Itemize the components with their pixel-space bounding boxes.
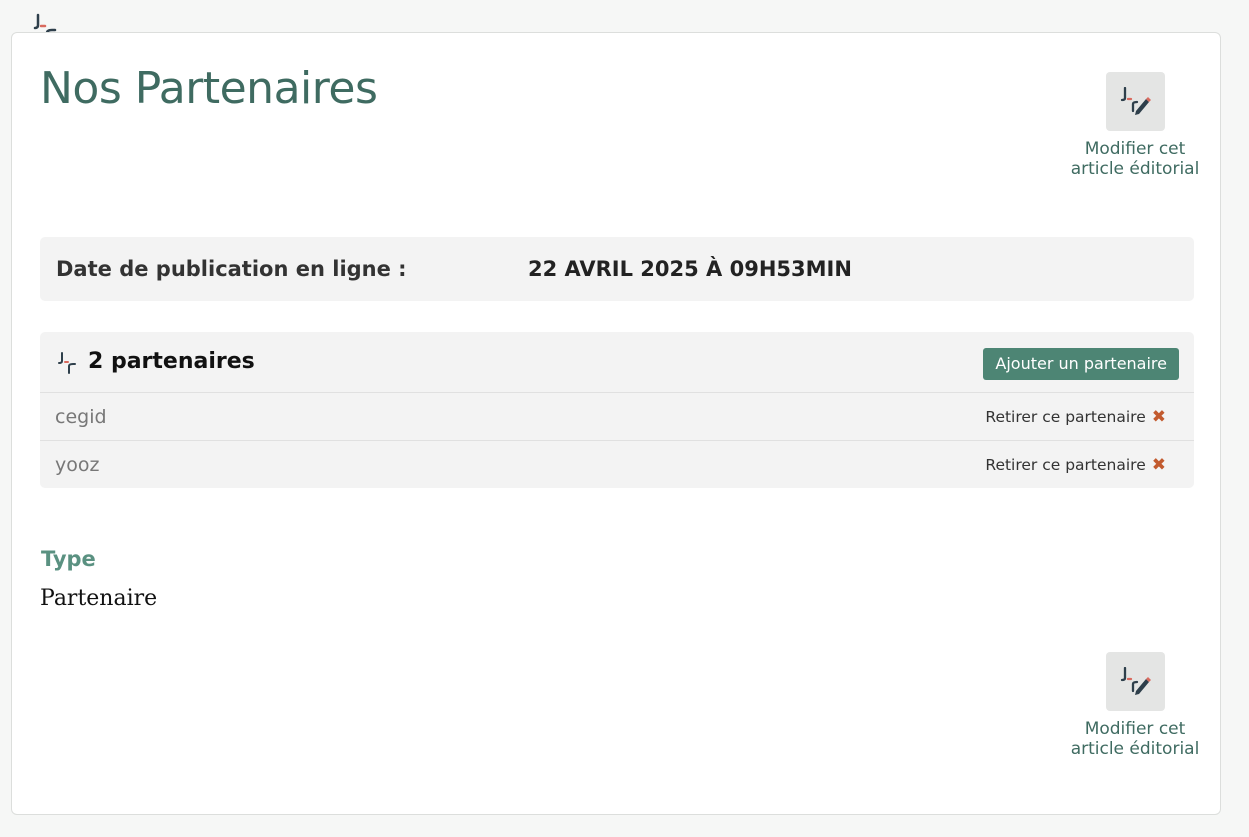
remove-partner-label[interactable]: Retirer ce partenaire (985, 456, 1145, 474)
edit-article-button[interactable] (1105, 652, 1165, 711)
close-x-icon[interactable]: ✖ (1152, 455, 1166, 475)
edit-article-label[interactable]: Modifier cet article éditorial (1070, 719, 1200, 759)
type-value: Partenaire (40, 586, 158, 611)
remove-partner-link[interactable]: Retirer ce partenaire ✖ (985, 407, 1166, 427)
remove-partner-link[interactable]: Retirer ce partenaire ✖ (985, 455, 1166, 475)
partners-header: 2 partenaires Ajouter un partenaire (40, 332, 1194, 393)
add-partner-button[interactable]: Ajouter un partenaire (983, 348, 1179, 380)
partner-row: yooz Retirer ce partenaire ✖ (40, 441, 1194, 488)
edit-article-label[interactable]: Modifier cet article éditorial (1070, 139, 1200, 179)
partner-name: cegid (55, 406, 107, 428)
partners-logo-icon (58, 352, 76, 374)
edit-article-link-bottom[interactable]: Modifier cet article éditorial (1070, 652, 1200, 759)
edit-article-link-top[interactable]: Modifier cet article éditorial (1070, 72, 1200, 179)
partners-count: 2 partenaires (88, 349, 255, 374)
partner-name: yooz (55, 454, 100, 476)
remove-partner-label[interactable]: Retirer ce partenaire (985, 408, 1145, 426)
close-x-icon[interactable]: ✖ (1152, 407, 1166, 427)
publication-date-value: 22 AVRIL 2025 À 09H53MIN (528, 257, 852, 281)
publication-date-label: Date de publication en ligne : (56, 257, 407, 281)
pencil-edit-icon (1120, 87, 1151, 115)
edit-article-button[interactable] (1105, 72, 1165, 131)
pencil-edit-icon (1120, 667, 1151, 695)
type-label: Type (41, 547, 96, 571)
partners-panel: 2 partenaires Ajouter un partenaire cegi… (40, 332, 1194, 488)
partner-row: cegid Retirer ce partenaire ✖ (40, 393, 1194, 441)
page-title: Nos Partenaires (40, 63, 378, 114)
article-card: Nos Partenaires Modifier cet article édi… (11, 32, 1221, 815)
publication-date-panel: Date de publication en ligne : 22 AVRIL … (40, 237, 1194, 301)
